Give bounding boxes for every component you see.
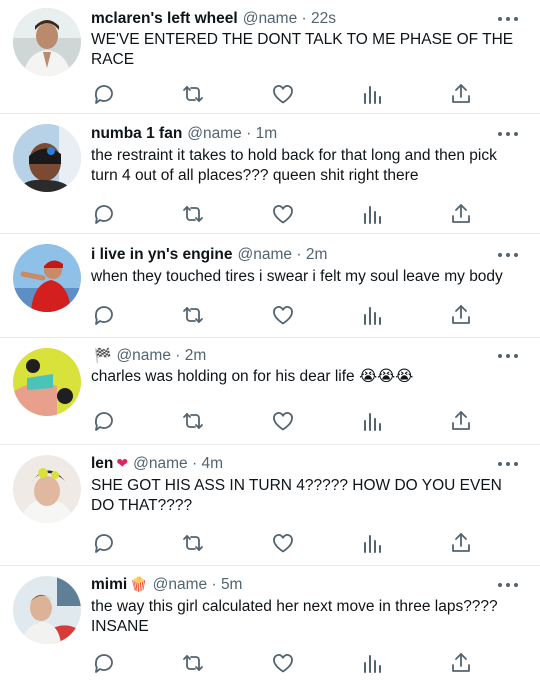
stats-icon[interactable] xyxy=(360,651,384,675)
tweet[interactable]: i live in yn's engine @name · 2m when the… xyxy=(0,234,540,338)
avatar[interactable] xyxy=(13,8,81,76)
reply-icon[interactable] xyxy=(92,82,116,106)
separator-dot: · xyxy=(191,455,198,472)
avatar[interactable] xyxy=(13,348,81,416)
popcorn-emoji: 🍿 xyxy=(130,577,148,593)
like-icon[interactable] xyxy=(271,202,295,226)
separator-dot: · xyxy=(211,576,217,593)
user-handle[interactable]: @name xyxy=(153,576,208,593)
tweet[interactable]: len ❤ @name · 4m SHE GOT HIS ASS IN TURN 4… xyxy=(0,445,540,566)
retweet-icon[interactable] xyxy=(181,651,205,675)
stats-icon[interactable] xyxy=(360,531,384,555)
share-icon[interactable] xyxy=(449,409,473,433)
tweet[interactable]: mclaren's left wheel @name · 22s WE'VE EN… xyxy=(0,0,540,114)
stats-icon[interactable] xyxy=(360,409,384,433)
tweet-actions xyxy=(92,651,472,675)
heart-emoji: ❤ xyxy=(116,456,129,472)
share-icon[interactable] xyxy=(449,202,473,226)
more-options-icon[interactable] xyxy=(498,129,518,139)
share-icon[interactable] xyxy=(449,82,473,106)
tweet-header: mclaren's left wheel @name · 22s xyxy=(91,9,480,29)
tweet-text: charles was holding on for his dear life… xyxy=(91,368,414,385)
tweet-actions xyxy=(92,409,472,433)
like-icon[interactable] xyxy=(271,82,295,106)
checkered-flag-emoji: 🏁 xyxy=(94,348,112,364)
tweet-text: WE'VE ENTERED THE DONT TALK TO ME PHASE … xyxy=(91,31,514,68)
reply-icon[interactable] xyxy=(92,531,116,555)
tweet[interactable]: 🏁 @name · 2m charles was holding on for h… xyxy=(0,338,540,445)
share-icon[interactable] xyxy=(449,303,473,327)
user-handle[interactable]: @name xyxy=(133,455,188,472)
avatar[interactable] xyxy=(13,244,81,312)
reply-icon[interactable] xyxy=(92,409,116,433)
display-name[interactable]: len xyxy=(91,455,113,472)
stats-icon[interactable] xyxy=(360,202,384,226)
more-options-icon[interactable] xyxy=(498,351,518,361)
like-icon[interactable] xyxy=(271,651,295,675)
tweet-actions xyxy=(92,303,472,327)
tweet-header: numba 1 fan @name · 1m xyxy=(91,124,480,144)
avatar[interactable] xyxy=(13,124,81,192)
more-options-icon[interactable] xyxy=(498,459,518,469)
separator-dot: · xyxy=(246,125,252,142)
user-handle[interactable]: @name xyxy=(116,347,171,364)
reply-icon[interactable] xyxy=(92,202,116,226)
like-icon[interactable] xyxy=(271,409,295,433)
tweet-text: the way this girl calculated her next mo… xyxy=(91,598,498,635)
tweet-text: the restraint it takes to hold back for … xyxy=(91,147,497,184)
tweet-header: len ❤ @name · 4m xyxy=(91,454,480,474)
separator-dot: · xyxy=(175,347,181,364)
retweet-icon[interactable] xyxy=(181,409,205,433)
tweet-actions xyxy=(92,531,472,555)
avatar[interactable] xyxy=(13,576,81,644)
retweet-icon[interactable] xyxy=(181,531,205,555)
tweet-header: i live in yn's engine @name · 2m xyxy=(91,245,480,265)
user-handle[interactable]: @name xyxy=(238,246,293,263)
tweet-text: when they touched tires i swear i felt m… xyxy=(91,268,503,285)
reply-icon[interactable] xyxy=(92,303,116,327)
tweet-text: SHE GOT HIS ASS IN TURN 4????? HOW DO YO… xyxy=(91,477,502,514)
tweet-header: mimi 🍿 @name · 5m xyxy=(91,575,480,595)
display-name[interactable]: mclaren's left wheel xyxy=(91,10,238,27)
like-icon[interactable] xyxy=(271,303,295,327)
user-handle[interactable]: @name xyxy=(243,10,298,27)
tweet[interactable]: mimi 🍿 @name · 5m the way this girl calcul… xyxy=(0,566,540,686)
tweet-actions xyxy=(92,82,472,106)
separator-dot: · xyxy=(301,10,307,27)
reply-icon[interactable] xyxy=(92,651,116,675)
retweet-icon[interactable] xyxy=(181,82,205,106)
share-icon[interactable] xyxy=(449,531,473,555)
avatar[interactable] xyxy=(13,455,81,523)
display-name[interactable]: i live in yn's engine xyxy=(91,246,233,263)
more-options-icon[interactable] xyxy=(498,14,518,24)
retweet-icon[interactable] xyxy=(181,303,205,327)
timestamp[interactable]: 2m xyxy=(185,347,207,364)
retweet-icon[interactable] xyxy=(181,202,205,226)
timestamp[interactable]: 5m xyxy=(221,576,243,593)
more-options-icon[interactable] xyxy=(498,580,518,590)
timestamp[interactable]: 22s xyxy=(311,10,336,27)
tweet[interactable]: numba 1 fan @name · 1m the restraint it t… xyxy=(0,114,540,234)
display-name[interactable]: mimi xyxy=(91,576,127,593)
separator-dot: · xyxy=(296,246,302,263)
timestamp[interactable]: 1m xyxy=(256,125,278,142)
timestamp[interactable]: 4m xyxy=(201,455,223,472)
timestamp[interactable]: 2m xyxy=(306,246,328,263)
share-icon[interactable] xyxy=(449,651,473,675)
tweet-header: 🏁 @name · 2m xyxy=(91,346,480,366)
stats-icon[interactable] xyxy=(360,82,384,106)
user-handle[interactable]: @name xyxy=(187,125,242,142)
more-options-icon[interactable] xyxy=(498,250,518,260)
tweet-actions xyxy=(92,202,472,226)
stats-icon[interactable] xyxy=(360,303,384,327)
display-name[interactable]: numba 1 fan xyxy=(91,125,182,142)
like-icon[interactable] xyxy=(271,531,295,555)
